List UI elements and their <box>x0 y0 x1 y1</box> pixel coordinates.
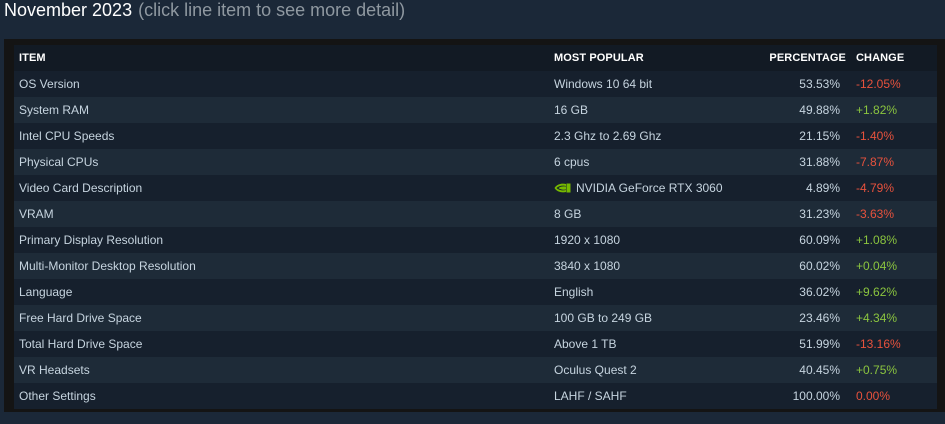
row-most-popular-text: 6 cpus <box>554 155 590 169</box>
survey-month-title: November 2023 <box>4 0 133 20</box>
row-change: +9.62% <box>856 285 898 299</box>
row-most-popular-text: English <box>554 285 594 299</box>
row-item-label: OS Version <box>19 77 80 91</box>
row-item-label: System RAM <box>19 103 90 117</box>
row-most-popular-text: Windows 10 64 bit <box>554 77 653 91</box>
row-most-popular: LAHF / SAHF <box>554 383 627 409</box>
row-percentage: 53.53% <box>799 77 840 91</box>
row-item-label: Multi-Monitor Desktop Resolution <box>19 259 196 273</box>
survey-heading: November 2023 (click line item to see mor… <box>4 0 405 23</box>
row-change: -1.40% <box>856 129 895 143</box>
column-header-percentage: PERCENTAGE <box>769 52 846 64</box>
row-change: -4.79% <box>856 181 895 195</box>
row-change: +1.82% <box>856 103 898 117</box>
row-percentage: 60.09% <box>799 233 840 247</box>
table-row[interactable]: Primary Display Resolution 1920 x 1080 60.… <box>14 227 937 253</box>
row-item-label: Total Hard Drive Space <box>19 337 143 351</box>
column-header-most-popular: MOST POPULAR <box>554 52 644 64</box>
row-percentage: 51.99% <box>799 337 840 351</box>
row-most-popular: English <box>554 279 593 305</box>
row-item-label: Physical CPUs <box>19 155 99 169</box>
table-body: OS Version Windows 10 64 bit 53.53% -12.05%… <box>14 71 937 409</box>
row-change: +4.34% <box>856 311 898 325</box>
hardware-survey-page: November 2023 (click line item to see mor… <box>0 0 945 424</box>
row-change: +0.75% <box>856 363 898 377</box>
row-item-label: Language <box>19 285 73 299</box>
row-item-label: Video Card Description <box>19 181 143 195</box>
row-percentage: 40.45% <box>799 363 840 377</box>
row-percentage: 100.00% <box>792 389 840 403</box>
row-most-popular: Windows 10 64 bit <box>554 71 652 97</box>
column-header-change: CHANGE <box>856 52 905 64</box>
row-percentage: 49.88% <box>799 103 840 117</box>
row-percentage: 36.02% <box>799 285 840 299</box>
row-most-popular-text: 100 GB to 249 GB <box>554 311 653 325</box>
row-change: -13.16% <box>856 337 901 351</box>
table-header-row: ITEM MOST POPULAR PERCENTAGE CHANGE <box>14 45 937 71</box>
survey-table: ITEM MOST POPULAR PERCENTAGE CHANGE OS V… <box>14 45 937 409</box>
row-percentage: 21.15% <box>799 129 840 143</box>
row-most-popular-text: 8 GB <box>554 207 582 221</box>
row-most-popular: 3840 x 1080 <box>554 253 620 279</box>
table-row[interactable]: Language English 36.02% +9.62% <box>14 279 937 305</box>
row-item-label: Intel CPU Speeds <box>19 129 115 143</box>
row-percentage: 4.89% <box>805 181 840 195</box>
row-most-popular-text: 3840 x 1080 <box>554 259 621 273</box>
nvidia-logo-icon <box>554 183 571 193</box>
row-change: -7.87% <box>856 155 895 169</box>
column-header-item: ITEM <box>19 52 46 64</box>
table-row[interactable]: Total Hard Drive Space Above 1 TB 51.99% -1… <box>14 331 937 357</box>
table-row[interactable]: Intel CPU Speeds 2.3 Ghz to 2.69 Ghz 21.15… <box>14 123 937 149</box>
row-percentage: 60.02% <box>799 259 840 273</box>
row-percentage: 31.88% <box>799 155 840 169</box>
row-most-popular-text: 16 GB <box>554 103 589 117</box>
row-most-popular: 16 GB <box>554 97 588 123</box>
row-item-label: Free Hard Drive Space <box>19 311 142 325</box>
table-row[interactable]: OS Version Windows 10 64 bit 53.53% -12.05% <box>14 71 937 97</box>
row-most-popular: 1920 x 1080 <box>554 227 620 253</box>
click-hint-text: (click line item to see more detail) <box>138 0 406 20</box>
row-most-popular: Above 1 TB <box>554 331 616 357</box>
table-row[interactable]: Multi-Monitor Desktop Resolution 3840 x 1… <box>14 253 937 279</box>
row-item-label: VRAM <box>19 207 54 221</box>
row-percentage: 23.46% <box>799 311 840 325</box>
row-percentage: 31.23% <box>799 207 840 221</box>
row-most-popular: Oculus Quest 2 <box>554 357 637 383</box>
table-row[interactable]: Video Card Description NVIDIA GeForce RTX… <box>14 175 937 201</box>
row-most-popular: 100 GB to 249 GB <box>554 305 652 331</box>
row-item-label: Primary Display Resolution <box>19 233 164 247</box>
row-change: 0.00% <box>856 389 891 403</box>
row-item-label: VR Headsets <box>19 363 90 377</box>
row-most-popular-text: Oculus Quest 2 <box>554 363 637 377</box>
row-change: -3.63% <box>856 207 895 221</box>
table-row[interactable]: System RAM 16 GB 49.88% +1.82% <box>14 97 937 123</box>
row-item-label: Other Settings <box>19 389 96 403</box>
row-most-popular: 2.3 Ghz to 2.69 Ghz <box>554 123 661 149</box>
row-change: +1.08% <box>856 233 898 247</box>
table-row[interactable]: VR Headsets Oculus Quest 2 40.45% +0.75% <box>14 357 937 383</box>
survey-panel: ITEM MOST POPULAR PERCENTAGE CHANGE OS V… <box>4 39 945 412</box>
row-most-popular: NVIDIA GeForce RTX 3060 <box>554 175 723 201</box>
row-most-popular-text: LAHF / SAHF <box>554 389 627 403</box>
row-most-popular-text: Above 1 TB <box>554 337 617 351</box>
row-most-popular-text: 2.3 Ghz to 2.69 Ghz <box>554 129 662 143</box>
row-most-popular: 6 cpus <box>554 149 589 175</box>
row-change: -12.05% <box>856 77 901 91</box>
row-most-popular-text: NVIDIA GeForce RTX 3060 <box>576 181 723 195</box>
row-change: +0.04% <box>856 259 898 273</box>
table-row[interactable]: Other Settings LAHF / SAHF 100.00% 0.00% <box>14 383 937 409</box>
table-row[interactable]: Free Hard Drive Space 100 GB to 249 GB 23.… <box>14 305 937 331</box>
row-most-popular: 8 GB <box>554 201 581 227</box>
table-row[interactable]: VRAM 8 GB 31.23% -3.63% <box>14 201 937 227</box>
row-most-popular-text: 1920 x 1080 <box>554 233 621 247</box>
table-row[interactable]: Physical CPUs 6 cpus 31.88% -7.87% <box>14 149 937 175</box>
